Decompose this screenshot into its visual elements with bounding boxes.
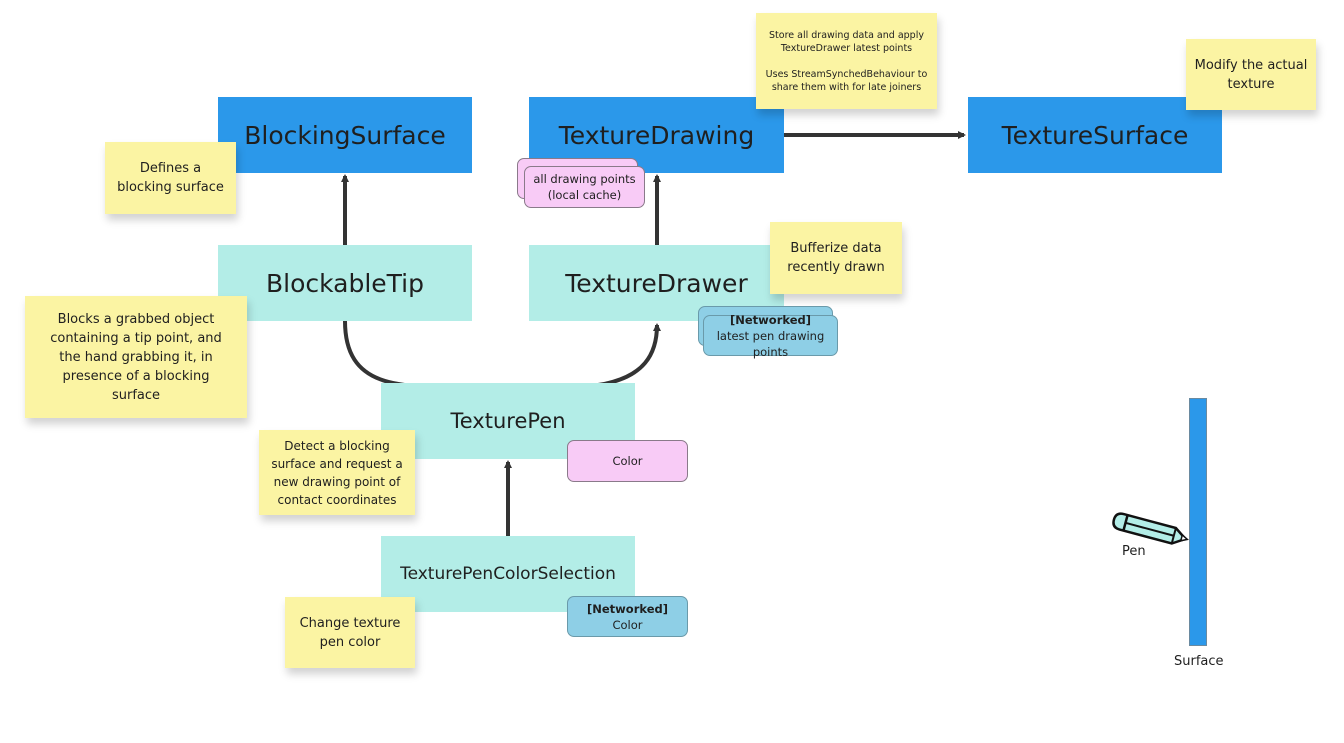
note-blockable-tip[interactable]: Blocks a grabbed object containing a tip… [25, 296, 247, 418]
note-texture-drawer[interactable]: Bufferize data recently drawn [770, 222, 902, 294]
component-label: TexturePenColorSelection [400, 564, 616, 584]
component-blockable-tip[interactable]: BlockableTip [218, 245, 472, 321]
tag-networked-color[interactable]: [Networked] Color [567, 596, 688, 637]
note-blocking-surface[interactable]: Defines a blocking surface [105, 142, 236, 214]
tag-text: Color [612, 617, 643, 632]
networked-label: [Networked] [587, 601, 668, 616]
tag-pen-color[interactable]: Color [567, 440, 688, 482]
component-texture-surface[interactable]: TextureSurface [968, 97, 1222, 173]
component-label: TexturePen [450, 409, 566, 433]
note-texture-surface[interactable]: Modify the actual texture [1186, 39, 1316, 110]
note-texture-pen[interactable]: Detect a blocking surface and request a … [259, 430, 415, 515]
component-label: TextureSurface [1001, 120, 1189, 150]
note-color-selection[interactable]: Change texture pen color [285, 597, 415, 668]
surface-label: Surface [1174, 654, 1224, 669]
tag-networked-latest-points[interactable]: [Networked] latest pen drawing points [703, 312, 838, 359]
pen-label: Pen [1122, 544, 1146, 559]
tag-text: latest pen drawing points [716, 328, 825, 359]
note-texture-drawing[interactable]: Store all drawing data and apply Texture… [756, 13, 937, 109]
surface-illustration [1189, 398, 1207, 646]
component-label: TextureDrawer [565, 268, 748, 298]
arrow-tip-to-drawer [343, 320, 661, 391]
component-label: BlockableTip [265, 268, 424, 298]
networked-label: [Networked] [730, 312, 811, 327]
component-label: BlockingSurface [244, 120, 446, 150]
tag-local-cache[interactable]: all drawing points (local cache) [524, 166, 645, 208]
component-label: TextureDrawing [558, 120, 755, 150]
component-blocking-surface[interactable]: BlockingSurface [218, 97, 472, 173]
